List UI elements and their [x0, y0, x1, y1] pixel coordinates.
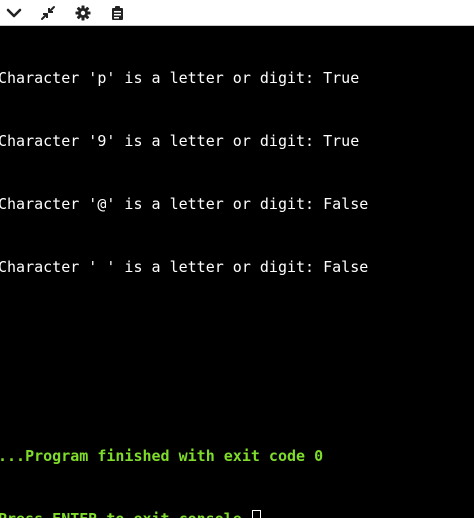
text-cursor: [251, 510, 261, 518]
exit-status-message: ...Program finished with exit code 0: [0, 447, 324, 465]
console-output[interactable]: Character 'p' is a letter or digit: True…: [0, 26, 474, 518]
prompt-line: Press ENTER to exit console.: [0, 509, 474, 518]
gear-icon[interactable]: [73, 3, 93, 23]
output-line: Character '@' is a letter or digit: Fals…: [0, 195, 369, 213]
clipboard-icon[interactable]: [107, 3, 127, 23]
output-line: Character 'p' is a letter or digit: True: [0, 69, 360, 87]
chevron-down-icon[interactable]: [4, 3, 24, 23]
console-toolbar: [0, 0, 474, 26]
collapse-icon[interactable]: [38, 3, 58, 23]
exit-prompt-message: Press ENTER to exit console.: [0, 510, 251, 518]
output-line: Character '9' is a letter or digit: True: [0, 132, 360, 150]
output-line: Character ' ' is a letter or digit: Fals…: [0, 258, 369, 276]
